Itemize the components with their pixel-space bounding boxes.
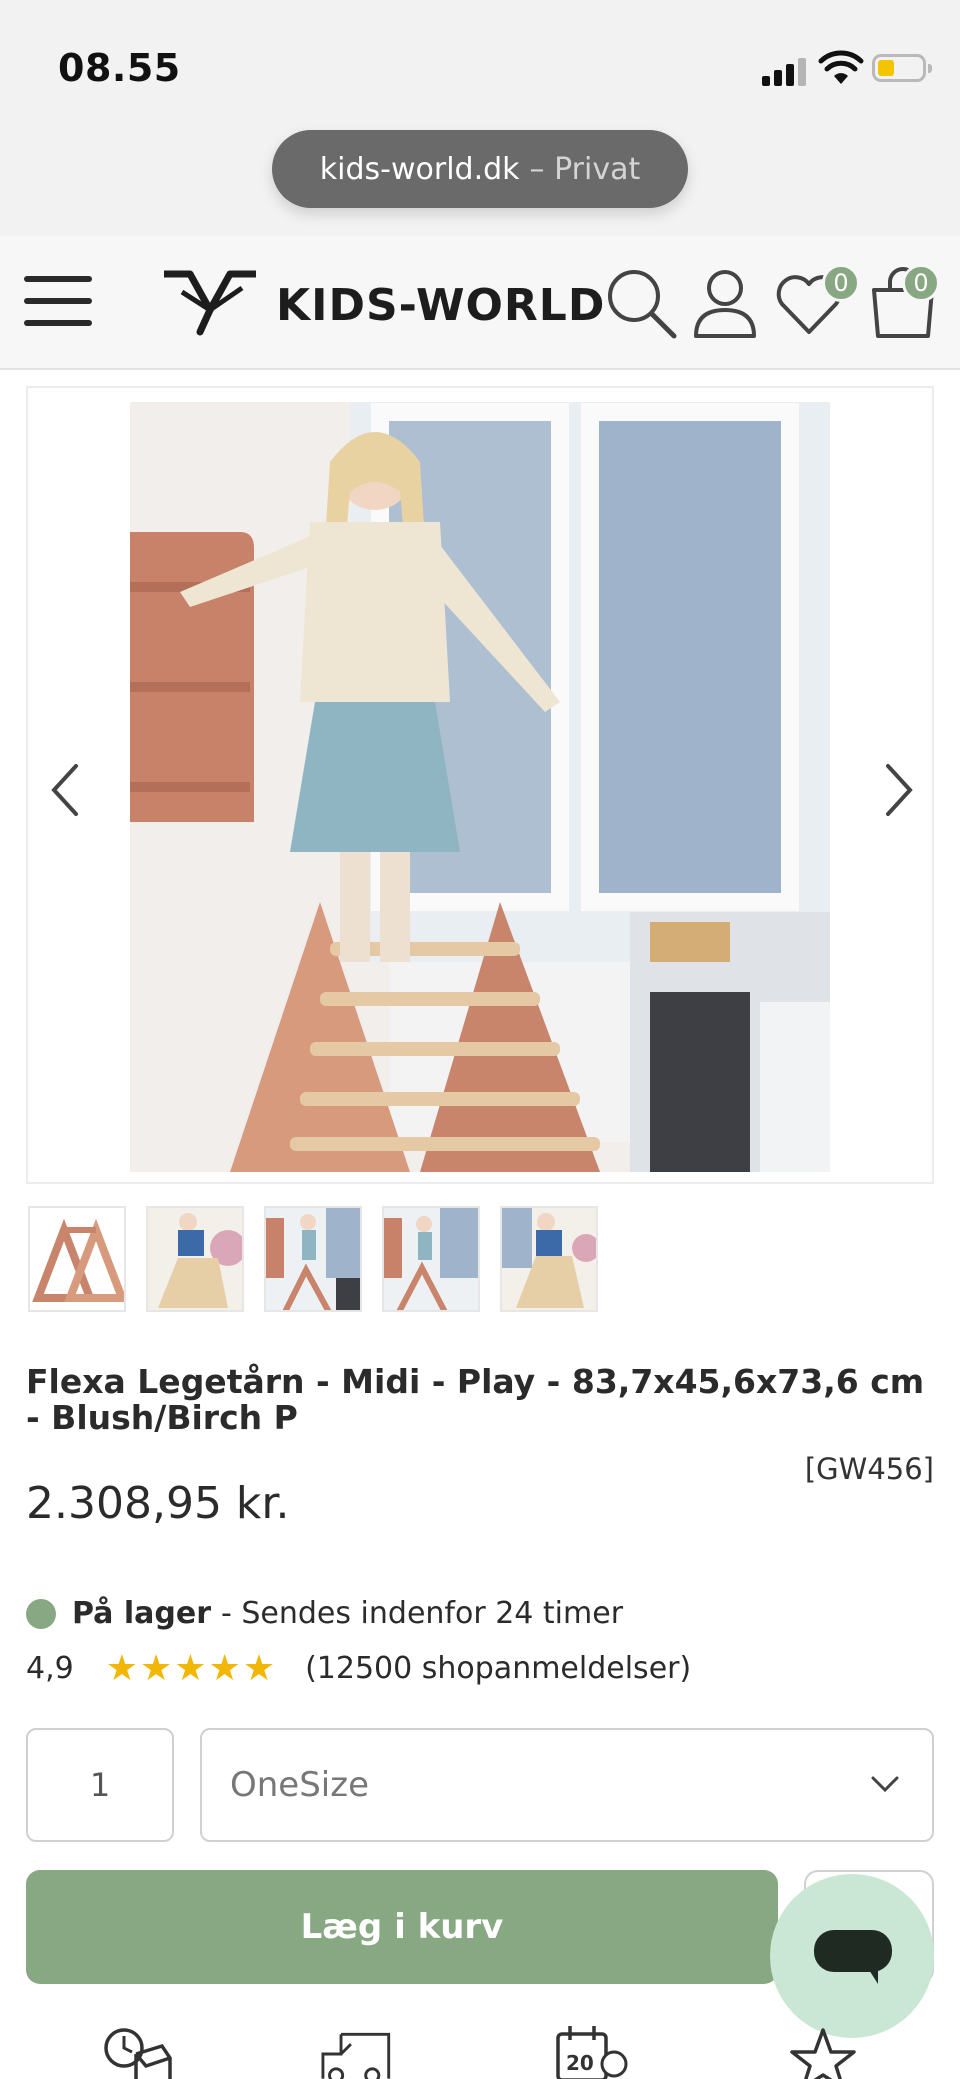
thumbnail[interactable]	[382, 1206, 480, 1312]
chat-bubble-icon	[814, 1930, 892, 1972]
logo-mark[interactable]	[160, 266, 260, 338]
product-price: 2.308,95 kr.	[26, 1478, 290, 1529]
thumbnail[interactable]	[28, 1206, 126, 1312]
rating-row[interactable]: 4,9 ★★★★★ (12500 shopanmeldelser)	[26, 1648, 691, 1689]
search-icon[interactable]	[604, 266, 678, 340]
user-icon[interactable]	[688, 266, 762, 340]
chevron-down-icon	[871, 1776, 899, 1793]
product-photo-illustration	[130, 402, 830, 1172]
menu-icon[interactable]	[24, 272, 94, 330]
url-bar[interactable]: kids-world.dk – Privat	[272, 130, 688, 208]
private-mode-label: – Privat	[529, 151, 641, 187]
wifi-icon	[818, 50, 864, 84]
url-domain: kids-world.dk	[319, 151, 520, 187]
cart-badge: 0	[902, 264, 940, 302]
status-area: 08.55 kids-world.dk – Privat	[0, 0, 960, 236]
add-to-cart-button[interactable]: Læg i kurv	[26, 1870, 778, 1984]
svg-text:20: 20	[566, 2051, 594, 2075]
thumbnail[interactable]	[500, 1206, 598, 1312]
thumbnail[interactable]	[146, 1206, 244, 1312]
thumbnail[interactable]	[264, 1206, 362, 1312]
stock-detail: - Sendes indenfor 24 timer	[221, 1596, 624, 1631]
product-image[interactable]	[130, 402, 830, 1172]
chat-button[interactable]	[770, 1874, 934, 2038]
rating-value: 4,9	[26, 1651, 74, 1686]
clock: 08.55	[58, 46, 181, 90]
stock-label: På lager	[72, 1596, 212, 1631]
size-select[interactable]: OneSize	[200, 1728, 934, 1842]
in-stock-dot-icon	[26, 1598, 56, 1629]
site-header: KIDS-WORLD 0 0	[0, 236, 960, 370]
delivery-time-icon	[104, 2028, 172, 2079]
truck-icon	[321, 2032, 391, 2079]
cellular-signal-icon	[762, 58, 806, 86]
logo-text[interactable]: KIDS-WORLD	[276, 280, 605, 331]
thumbnail-strip	[28, 1206, 598, 1314]
product-title: Flexa Legetårn - Midi - Play - 83,7x45,6…	[26, 1362, 925, 1437]
usp-icon-row: 20	[0, 2024, 960, 2079]
star-rating-icon: ★★★★★	[105, 1648, 278, 1689]
size-select-value: OneSize	[230, 1765, 370, 1805]
stock-status: På lager - Sendes indenfor 24 timer	[26, 1596, 623, 1631]
battery-icon	[872, 54, 932, 82]
product-gallery	[26, 386, 934, 1184]
calendar-20-icon: 20	[556, 2026, 628, 2079]
star-icon	[790, 2028, 856, 2079]
chevron-right-icon[interactable]	[878, 760, 918, 820]
product-sku: [GW456]	[804, 1452, 934, 1486]
wishlist-badge: 0	[822, 264, 860, 302]
quantity-input[interactable]	[26, 1728, 174, 1842]
rating-count: (12500 shopanmeldelser)	[305, 1651, 692, 1686]
chevron-left-icon[interactable]	[46, 760, 86, 820]
